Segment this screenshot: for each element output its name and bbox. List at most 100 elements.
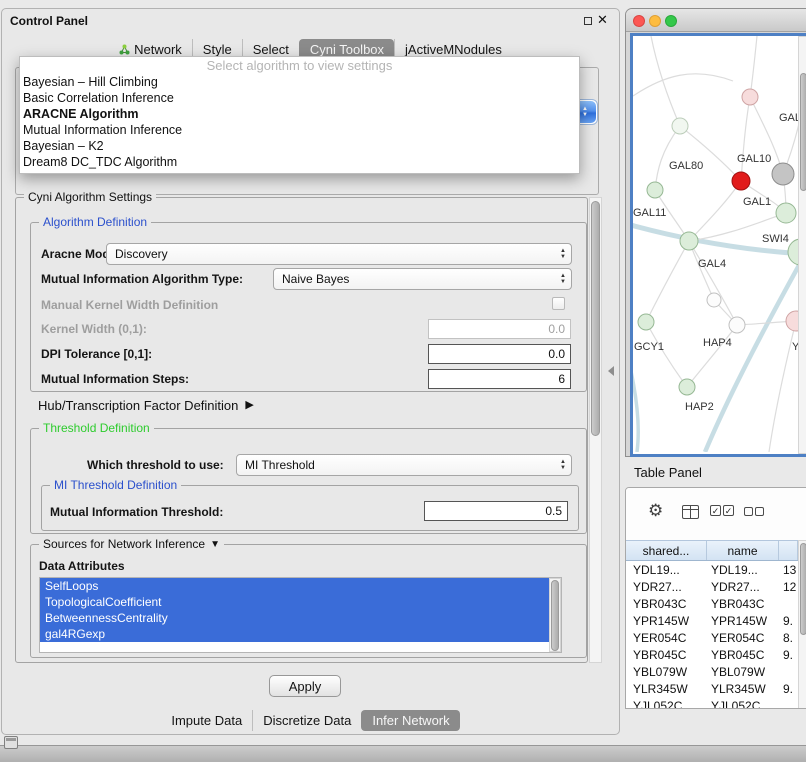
network-node[interactable] <box>638 314 654 330</box>
settings-scrollbar[interactable] <box>589 197 602 663</box>
network-viewport[interactable]: GALGAL80GAL10GAL11GAL1SWI4GAL4GCY1HAP4HA… <box>630 33 806 457</box>
table-cell: YBL079W <box>626 664 707 681</box>
table-cell: YBR043C <box>626 596 707 613</box>
table-scrollbar[interactable] <box>798 540 806 709</box>
table-cell: YBR045C <box>707 647 779 664</box>
network-node[interactable] <box>732 172 750 190</box>
node-label: GAL11 <box>633 207 666 219</box>
which-threshold-select[interactable]: MI Threshold ▲▼ <box>236 454 572 476</box>
minimized-panel-icon[interactable] <box>4 736 18 749</box>
table-cell: YBL079W <box>707 664 779 681</box>
dpi-tolerance-field[interactable]: 0.0 <box>428 344 571 364</box>
checked-box-icon: ✓ <box>710 505 721 516</box>
network-node[interactable] <box>672 118 688 134</box>
deselect-all-icon[interactable] <box>744 507 764 516</box>
hub-definition-label: Hub/Transcription Factor Definition <box>38 398 238 413</box>
bottom-tab-bar: Impute DataDiscretize DataInfer Network <box>2 708 619 732</box>
network-node[interactable] <box>776 203 796 223</box>
gear-icon[interactable]: ⚙ <box>648 501 663 521</box>
table-row[interactable]: YBR043CYBR043C <box>626 596 798 613</box>
mi-threshold-field[interactable]: 0.5 <box>424 501 568 521</box>
select-all-icon[interactable]: ✓ ✓ <box>710 505 734 516</box>
combo-arrows-icon: ▲▼ <box>560 455 566 475</box>
network-node[interactable] <box>788 239 798 265</box>
threshold-definition-group: Threshold Definition Which threshold to … <box>30 428 587 534</box>
table-toolbar: ⚙ ✓ ✓ <box>626 488 806 540</box>
algorithm-option[interactable]: Mutual Information Inference <box>20 122 579 138</box>
table-cell: 13 <box>779 562 798 579</box>
sources-group-title-wrap: Sources for Network Inference ▼ <box>39 537 224 551</box>
network-node[interactable] <box>742 89 758 105</box>
attribute-item[interactable]: TopologicalCoefficient <box>40 594 549 610</box>
collapse-triangle-icon[interactable]: ▼ <box>210 539 220 550</box>
network-node[interactable] <box>647 182 663 198</box>
close-icon[interactable]: ✕ <box>597 12 608 28</box>
network-scrollbar[interactable] <box>798 36 806 454</box>
algorithm-option[interactable]: Dream8 DC_TDC Algorithm <box>20 154 579 170</box>
network-window-titlebar[interactable] <box>626 9 806 32</box>
table-cell: YER054C <box>707 630 779 647</box>
table-cell: 9. <box>779 647 798 664</box>
node-label: GAL1 <box>743 196 771 208</box>
table-cell: YPR145W <box>626 613 707 630</box>
settings-group-title: Cyni Algorithm Settings <box>24 190 156 204</box>
table-cell: 9. <box>779 681 798 698</box>
table-cell: YDL19... <box>707 562 779 579</box>
hub-definition-section[interactable]: Hub/Transcription Factor Definition ▶ <box>38 398 254 413</box>
aracne-mode-select[interactable]: Discovery ▲▼ <box>106 243 572 265</box>
attributes-scrollbar[interactable] <box>549 578 561 652</box>
aracne-mode-value: Discovery <box>115 247 168 261</box>
float-window-icon[interactable] <box>584 17 592 25</box>
table-row[interactable]: YER054CYER054C8. <box>626 630 798 647</box>
table-row[interactable]: YDL19...YDL19...13 <box>626 562 798 579</box>
table-cell: YLR345W <box>626 681 707 698</box>
column-header[interactable]: name <box>707 541 779 560</box>
tab-infer-network[interactable]: Infer Network <box>361 710 459 731</box>
empty-box-icon <box>744 507 753 516</box>
combo-arrows-icon: ▲▼ <box>560 244 566 264</box>
mi-threshold-group: MI Threshold Definition Mutual Informati… <box>41 485 579 531</box>
algorithm-option[interactable]: Bayesian – K2 <box>20 138 579 154</box>
panel-collapse-arrow[interactable] <box>608 366 614 376</box>
table-row[interactable]: YLR345WYLR345W9. <box>626 681 798 698</box>
mi-steps-field[interactable]: 6 <box>428 369 571 389</box>
tab-discretize-data[interactable]: Discretize Data <box>252 710 361 731</box>
table-row[interactable]: YBL079WYBL079W <box>626 664 798 681</box>
table-cell: YLR345W <box>707 681 779 698</box>
network-node[interactable] <box>680 232 698 250</box>
dropdown-placeholder: Select algorithm to view settings <box>20 57 579 74</box>
apply-button[interactable]: Apply <box>269 675 341 697</box>
bottom-strip <box>0 745 806 762</box>
tab-impute-data[interactable]: Impute Data <box>161 710 252 731</box>
expand-triangle-icon[interactable]: ▶ <box>245 400 253 411</box>
node-label: GCY1 <box>634 341 664 353</box>
minimize-traffic-light[interactable] <box>649 15 661 27</box>
network-node[interactable] <box>729 317 745 333</box>
table-row[interactable]: YJL052CYJL052C <box>626 698 798 709</box>
table-row[interactable]: YBR045CYBR045C9. <box>626 647 798 664</box>
mi-algorithm-type-select[interactable]: Naive Bayes ▲▼ <box>273 268 572 290</box>
column-header[interactable] <box>779 541 798 560</box>
network-node[interactable] <box>707 293 721 307</box>
network-node[interactable] <box>786 311 798 331</box>
table-cell: YDR27... <box>707 579 779 596</box>
table-row[interactable]: YDR27...YDR27...12 <box>626 579 798 596</box>
network-node[interactable] <box>679 379 695 395</box>
zoom-traffic-light[interactable] <box>665 15 677 27</box>
algorithm-option[interactable]: ARACNE Algorithm <box>20 106 579 122</box>
algorithm-option[interactable]: Bayesian – Hill Climbing <box>20 74 579 90</box>
column-header[interactable]: shared... <box>626 541 707 560</box>
control-panel-window: Control Panel ✕ NetworkStyleSelectCyni T… <box>1 8 620 735</box>
table-row[interactable]: YPR145WYPR145W9. <box>626 613 798 630</box>
node-label: HAP4 <box>703 337 732 349</box>
table-panel-title: Table Panel <box>634 465 702 480</box>
attribute-item[interactable]: BetweennessCentrality <box>40 610 549 626</box>
attribute-item[interactable]: gal4RGexp <box>40 626 549 642</box>
combo-arrows-icon: ▲▼ <box>560 269 566 289</box>
network-node[interactable] <box>772 163 794 185</box>
attribute-item[interactable]: SelfLoops <box>40 578 549 594</box>
checked-box-icon: ✓ <box>723 505 734 516</box>
close-traffic-light[interactable] <box>633 15 645 27</box>
algorithm-option[interactable]: Basic Correlation Inference <box>20 90 579 106</box>
columns-icon[interactable] <box>682 505 699 519</box>
